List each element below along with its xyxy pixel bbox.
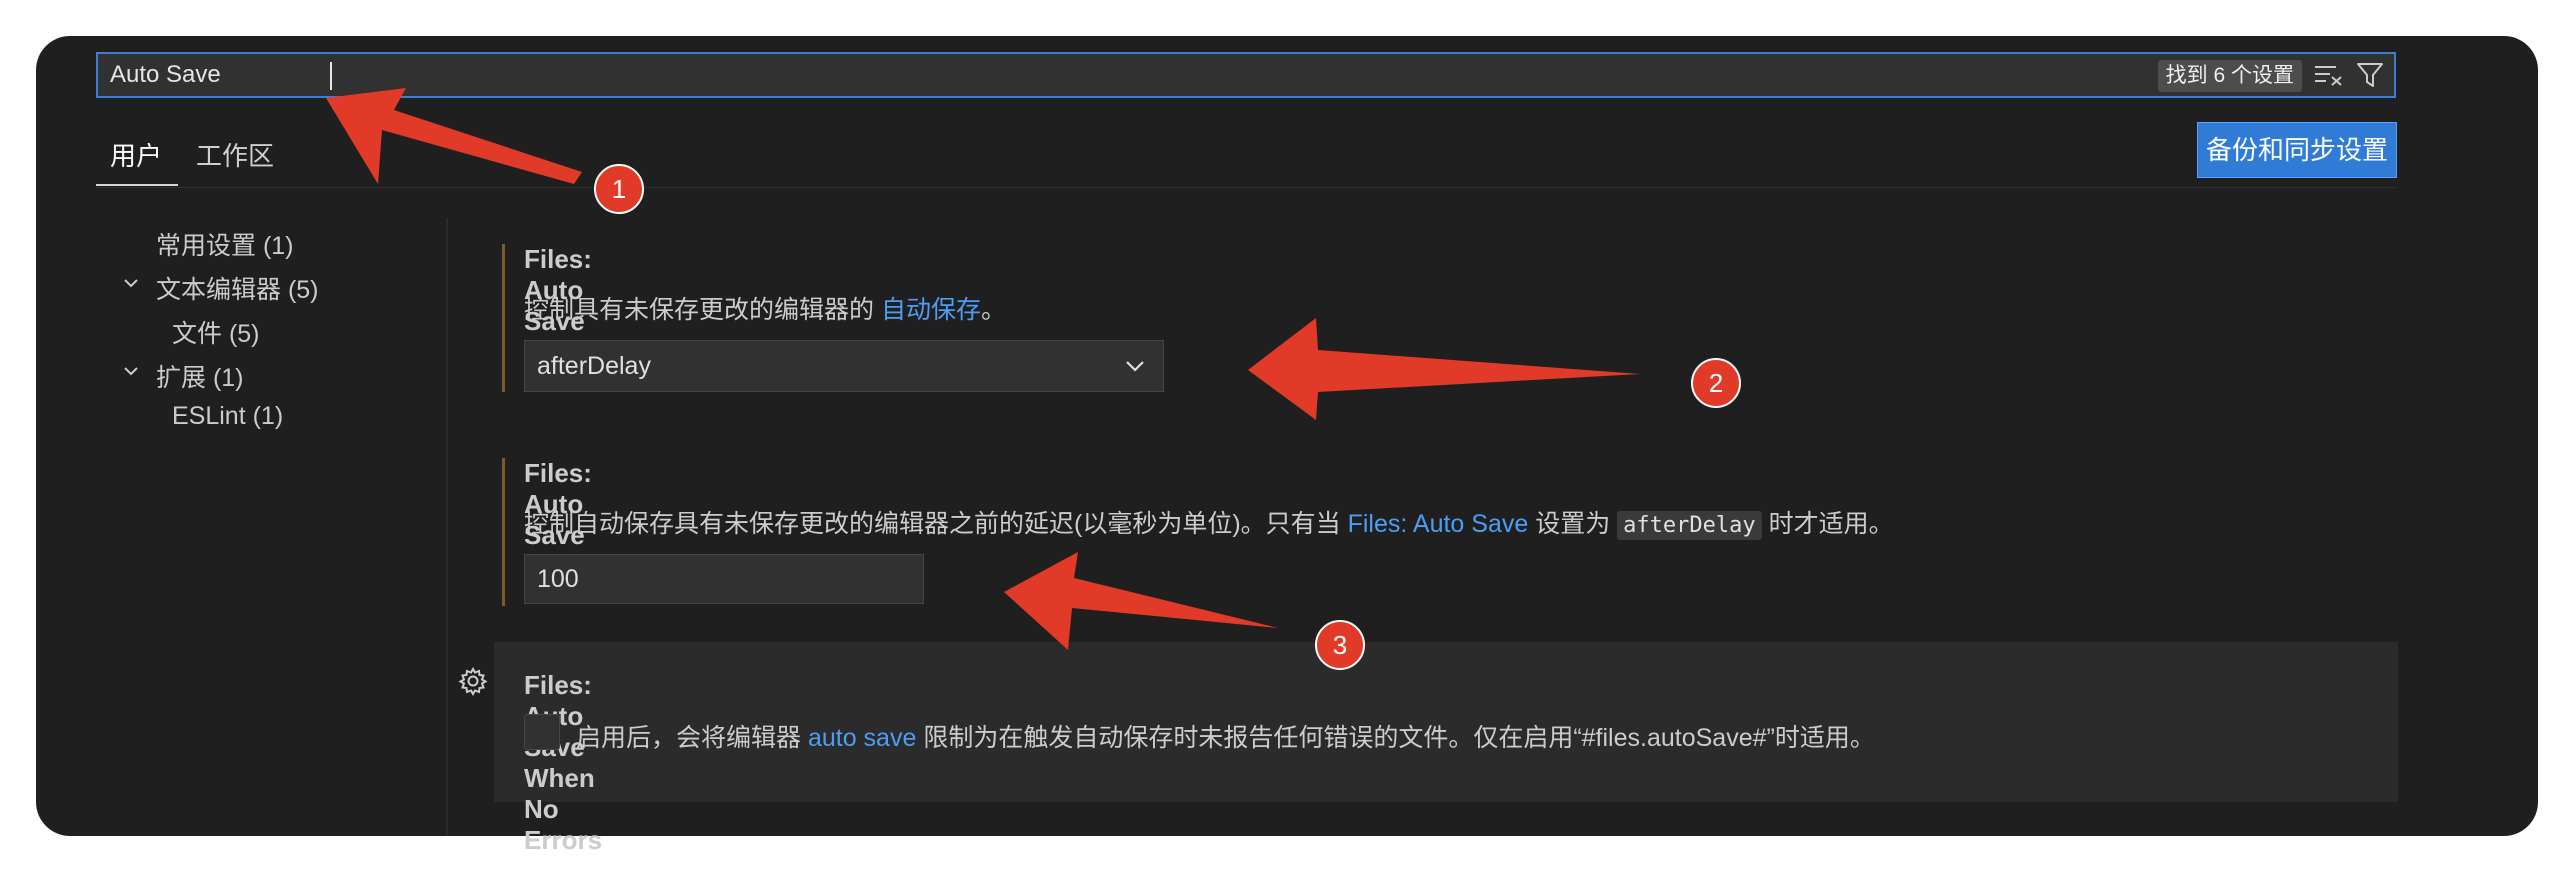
selected-value: afterDelay — [537, 352, 651, 380]
toc-divider — [446, 218, 448, 836]
setting-description: 控制具有未保存更改的编辑器的 自动保存。 — [524, 290, 1006, 326]
annotation-badge-2: 2 — [1691, 358, 1741, 408]
setting-category: Files: — [524, 244, 592, 274]
description-text: 时才适用。 — [1761, 510, 1894, 538]
description-text: 限制为在触发自动保存时未报告任何错误的文件。仅在启用“#files.autoSa… — [916, 724, 1875, 752]
files-auto-save-link[interactable]: Files: Auto Save — [1348, 510, 1529, 538]
description-text: 控制具有未保存更改的编辑器的 — [524, 296, 881, 324]
tab-user[interactable]: 用户 — [110, 136, 162, 173]
setting-description: 启用后，会将编辑器 auto save 限制为在触发自动保存时未报告任何错误的文… — [576, 718, 1875, 754]
backup-sync-button[interactable]: 备份和同步设置 — [2197, 122, 2397, 178]
search-input[interactable]: Auto Save — [110, 54, 221, 96]
chevron-down-icon[interactable] — [124, 364, 138, 378]
modified-indicator — [502, 244, 505, 392]
auto-save-no-errors-checkbox[interactable] — [524, 714, 560, 750]
funnel-icon[interactable] — [2356, 62, 2384, 88]
setting-description: 控制自动保存具有未保存更改的编辑器之前的延迟(以毫秒为单位)。只有当 Files… — [524, 504, 1894, 540]
description-text: 设置为 — [1528, 510, 1618, 538]
setting-category: Files: — [524, 458, 592, 488]
toc-item-text-editor[interactable]: 文本编辑器 (5) — [156, 270, 319, 306]
active-tab-indicator — [96, 184, 178, 186]
chevron-down-icon — [1126, 361, 1144, 372]
text-caret — [330, 62, 332, 90]
setting-title: Files: Auto Save When No Errors — [524, 670, 602, 856]
results-count-badge: 找到 6 个设置 — [2157, 60, 2302, 92]
clear-filter-icon[interactable] — [2314, 64, 2344, 86]
toc-item-common[interactable]: 常用设置 (1) — [156, 226, 294, 262]
gear-icon[interactable] — [458, 666, 488, 696]
chevron-down-icon[interactable] — [124, 276, 138, 290]
description-text: 。 — [980, 296, 1006, 324]
description-text: 启用后，会将编辑器 — [576, 724, 808, 752]
tab-workspace[interactable]: 工作区 — [196, 136, 274, 173]
toc-item-extensions[interactable]: 扩展 (1) — [156, 358, 244, 394]
toc-item-eslint[interactable]: ESLint (1) — [172, 402, 283, 431]
toc-item-files[interactable]: 文件 (5) — [172, 314, 260, 350]
auto-save-link[interactable]: auto save — [808, 724, 916, 752]
auto-save-select[interactable]: afterDelay — [524, 340, 1164, 392]
annotation-badge-3: 3 — [1315, 620, 1365, 670]
auto-save-delay-input[interactable]: 100 — [524, 554, 924, 604]
modified-indicator — [502, 458, 505, 606]
auto-save-link[interactable]: 自动保存 — [881, 296, 981, 324]
settings-search-bar[interactable]: Auto Save 找到 6 个设置 — [96, 52, 2396, 98]
description-text: 控制自动保存具有未保存更改的编辑器之前的延迟(以毫秒为单位)。只有当 — [524, 510, 1348, 538]
inline-code: afterDelay — [1617, 511, 1762, 540]
tabs-divider — [96, 187, 2396, 188]
setting-category: Files: — [524, 670, 592, 700]
annotation-badge-1: 1 — [594, 164, 644, 214]
